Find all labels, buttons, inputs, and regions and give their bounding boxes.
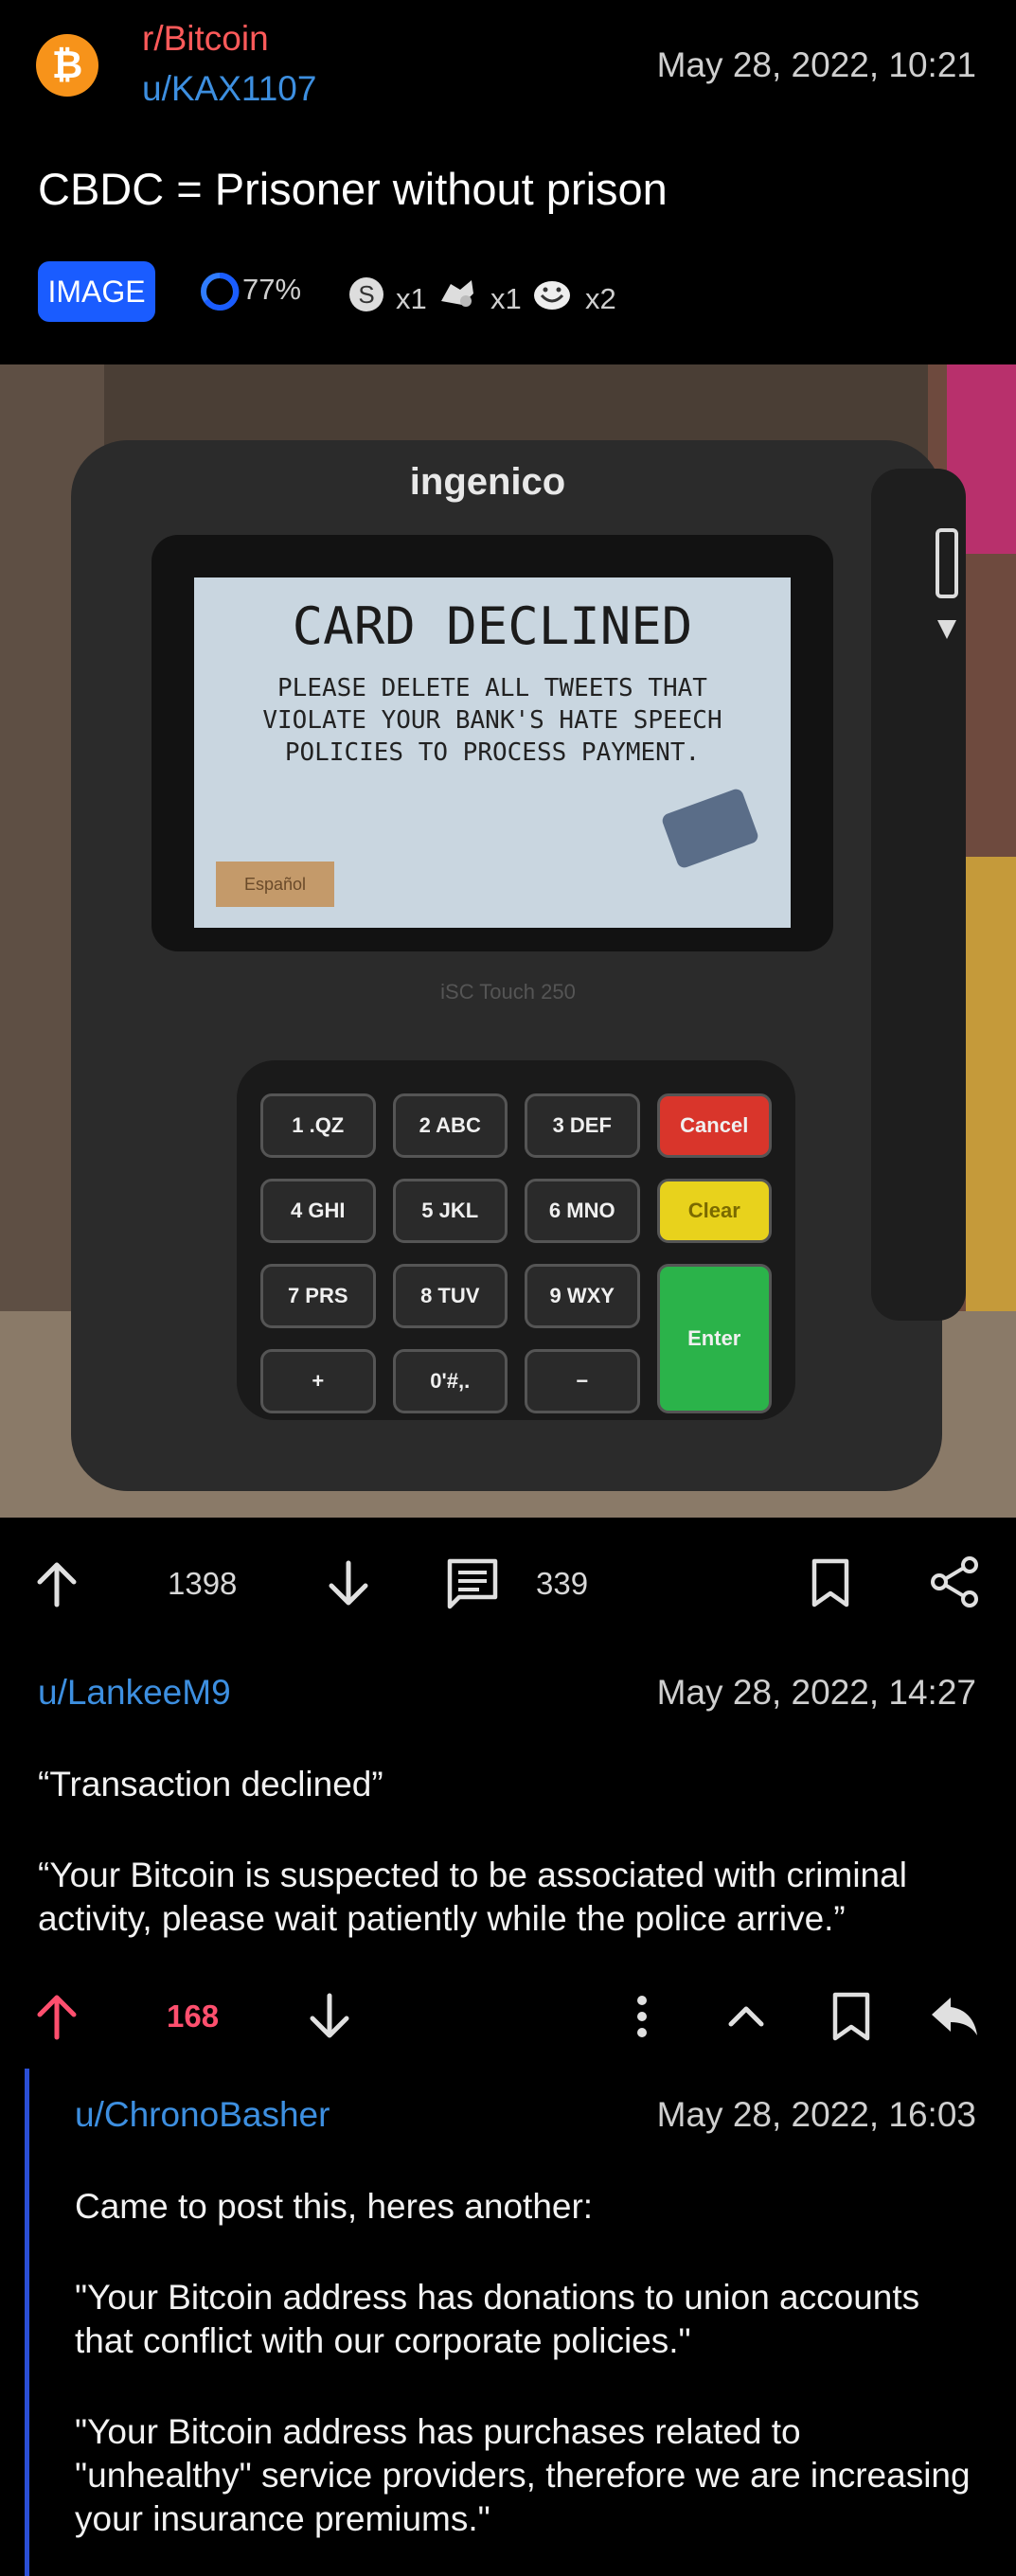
keypad-key: 6 MNO bbox=[525, 1179, 640, 1243]
keypad-key: 1 .QZ bbox=[260, 1093, 376, 1158]
comments-icon[interactable] bbox=[445, 1556, 500, 1611]
post-image[interactable]: ingenico CARD DECLINED PLEASE DELETE ALL… bbox=[0, 364, 1016, 1518]
keypad-key: 0'#,. bbox=[392, 1349, 508, 1413]
thread-line bbox=[25, 2069, 29, 2576]
comment-paragraph: "Your Bitcoin address has donations to u… bbox=[75, 2278, 920, 2360]
comment-paragraph: “Your Bitcoin is suspected to be associa… bbox=[38, 1856, 907, 1938]
bookmark-icon[interactable] bbox=[807, 1557, 854, 1608]
upvote-arrow-icon[interactable] bbox=[32, 1559, 81, 1608]
post-title[interactable]: CBDC = Prisoner without prison bbox=[38, 163, 668, 215]
helpful-award-icon bbox=[437, 273, 477, 312]
subreddit-link[interactable]: r/Bitcoin bbox=[142, 19, 269, 59]
reply-icon[interactable] bbox=[928, 1992, 981, 2041]
keypad-key: 8 TUV bbox=[392, 1264, 508, 1328]
comment-author-link[interactable]: u/ChronoBasher bbox=[75, 2095, 330, 2135]
post-author-link[interactable]: u/KAX1107 bbox=[142, 69, 316, 109]
screen-message-line: PLEASE DELETE ALL TWEETS THAT bbox=[277, 674, 707, 702]
upvote-ratio: 77% bbox=[242, 273, 302, 306]
silver-award-icon: S bbox=[347, 275, 386, 314]
keypad-key: 5 JKL bbox=[392, 1179, 508, 1243]
comment-date: May 28, 2022, 14:27 bbox=[656, 1673, 976, 1712]
keypad-key: 3 DEF bbox=[525, 1093, 640, 1158]
post-date: May 28, 2022, 10:21 bbox=[656, 45, 976, 84]
keypad: 1 .QZ 2 ABC 3 DEF Cancel 4 GHI 5 JKL 6 MNO Clea… bbox=[260, 1093, 772, 1413]
keypad-key: Enter bbox=[656, 1264, 772, 1413]
comment-paragraph: “Transaction declined” bbox=[38, 1765, 383, 1803]
comment-date: May 28, 2022, 16:03 bbox=[656, 2095, 976, 2134]
haha-award-icon bbox=[532, 275, 572, 314]
terminal-brand: ingenico bbox=[409, 461, 566, 503]
award-count: x1 bbox=[396, 282, 427, 315]
screen-message: PLEASE DELETE ALL TWEETS THAT VIOLATE YO… bbox=[194, 672, 791, 769]
screen-message-line: VIOLATE YOUR BANK'S HATE SPEECH bbox=[262, 706, 722, 735]
award-count: x1 bbox=[490, 282, 522, 315]
keypad-key: 7 PRS bbox=[260, 1264, 376, 1328]
keypad-key: Cancel bbox=[656, 1093, 772, 1158]
comment-count: 339 bbox=[536, 1566, 589, 1601]
comment-score: 168 bbox=[167, 1999, 220, 2034]
bookmark-icon[interactable] bbox=[828, 1991, 875, 2042]
keypad-key: 9 WXY bbox=[525, 1264, 640, 1328]
svg-text:S: S bbox=[358, 280, 374, 309]
comment-author-link[interactable]: u/LankeeM9 bbox=[38, 1673, 231, 1713]
award-count: x2 bbox=[585, 282, 616, 315]
keypad-key: + bbox=[260, 1349, 376, 1413]
keypad-key: − bbox=[525, 1349, 640, 1413]
comment-paragraph: Came to post this, heres another: bbox=[75, 2187, 594, 2226]
more-options-icon[interactable] bbox=[629, 1992, 655, 2041]
terminal-model: iSC Touch 250 bbox=[440, 980, 576, 1004]
keypad-key: 4 GHI bbox=[260, 1179, 376, 1243]
subreddit-icon[interactable]: ₿ bbox=[36, 34, 98, 97]
post-score: 1398 bbox=[168, 1566, 238, 1601]
screen-title: CARD DECLINED bbox=[292, 596, 693, 656]
keypad-key: Clear bbox=[656, 1179, 772, 1243]
downvote-arrow-icon[interactable] bbox=[305, 1992, 354, 2041]
language-button: Español bbox=[216, 862, 334, 907]
image-tag-badge: IMAGE bbox=[38, 261, 155, 322]
comment-paragraph: "Your Bitcoin address has purchases rela… bbox=[75, 2412, 971, 2538]
upvote-arrow-icon[interactable] bbox=[32, 1992, 81, 2041]
share-icon[interactable] bbox=[928, 1555, 981, 1608]
keypad-key: 2 ABC bbox=[392, 1093, 508, 1158]
collapse-chevron-icon[interactable] bbox=[723, 1998, 769, 2035]
downvote-arrow-icon[interactable] bbox=[324, 1559, 373, 1608]
upvote-ratio-icon bbox=[199, 271, 241, 312]
screen-message-line: POLICIES TO PROCESS PAYMENT. bbox=[284, 738, 701, 767]
